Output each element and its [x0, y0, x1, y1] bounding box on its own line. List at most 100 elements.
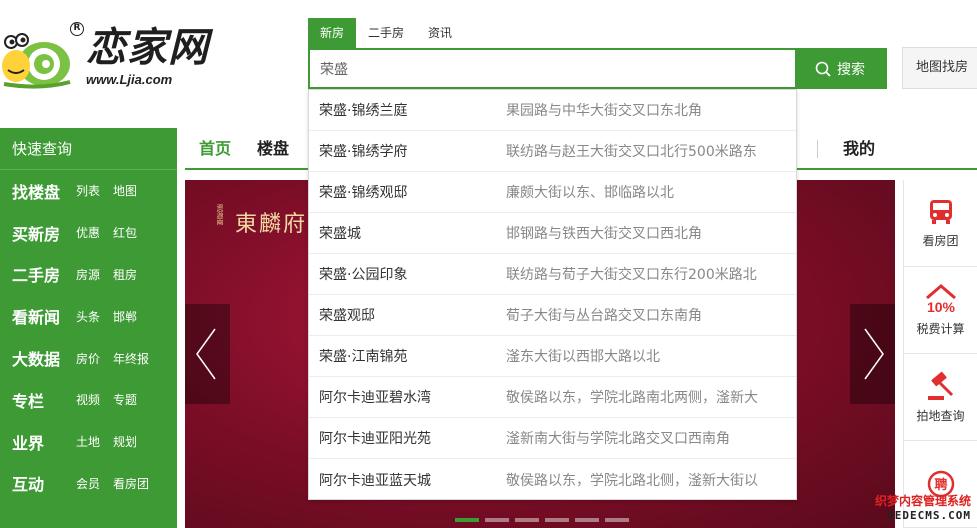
- sidebar-item-find-project[interactable]: 找楼盘: [12, 179, 76, 203]
- nav-mine[interactable]: 我的: [843, 128, 875, 168]
- search-button[interactable]: 搜索: [795, 50, 885, 87]
- sidebar-item-interact[interactable]: 互动: [12, 471, 76, 495]
- chevron-left-icon: [196, 328, 216, 380]
- brand-url: www.Ljia.com: [86, 72, 173, 87]
- sidebar-link[interactable]: 红包: [113, 224, 137, 241]
- search-icon: [815, 61, 831, 77]
- suggestion-address: 联纺路与荀子大街交叉口东行200米路北: [506, 267, 757, 283]
- sidebar-item-industry[interactable]: 业界: [12, 430, 76, 454]
- tab-new-house[interactable]: 新房: [308, 18, 357, 48]
- sidebar-link[interactable]: 邯郸: [113, 308, 137, 325]
- sidebar-row: 看新闻 头条 邯郸: [0, 295, 177, 337]
- sidebar-item-big-data[interactable]: 大数据: [12, 346, 76, 370]
- quick-search-sidebar: 快速查询 找楼盘 列表 地图 买新房 优惠 红包 二手房 房源 租房 看新闻 头…: [0, 128, 177, 528]
- suggestion-item[interactable]: 荣盛城 邯钢路与铁西大街交叉口西北角: [309, 213, 796, 254]
- sidebar-link[interactable]: 优惠: [76, 224, 100, 241]
- suggestion-item[interactable]: 荣盛·江南锦苑 滏东大街以西邯大路以北: [309, 336, 796, 377]
- site-logo[interactable]: R 恋家网 www.Ljia.com: [0, 20, 215, 90]
- sidebar-link[interactable]: 房价: [76, 350, 100, 367]
- sidebar-row: 买新房 优惠 红包: [0, 212, 177, 254]
- search-input[interactable]: [310, 50, 795, 87]
- banner-title: 東麟府: [235, 212, 308, 237]
- banner-dot[interactable]: [485, 518, 509, 522]
- suggestion-address: 滏新南大街与学院北路交叉口西南角: [506, 431, 730, 447]
- sidebar-item-second-hand[interactable]: 二手房: [12, 262, 76, 286]
- sidebar-link[interactable]: 规划: [113, 433, 137, 450]
- suggestion-name: 荣盛城: [319, 226, 361, 242]
- tab-news[interactable]: 资讯: [416, 18, 464, 48]
- suggestion-name: 荣盛·公园印象: [319, 267, 408, 283]
- tool-label: 税费计算: [916, 321, 965, 336]
- suggestion-address: 果园路与中华大街交叉口东北角: [506, 103, 702, 119]
- suggestion-item[interactable]: 荣盛·锦绣兰庭 果园路与中华大街交叉口东北角: [309, 90, 796, 131]
- registered-mark: R: [70, 22, 84, 36]
- suggestion-item[interactable]: 阿尔卡迪亚阳光苑 滏新南大街与学院北路交叉口西南角: [309, 418, 796, 459]
- sidebar-link[interactable]: 头条: [76, 308, 100, 325]
- tool-tax-calc[interactable]: 10% 税费计算: [904, 267, 977, 354]
- sidebar-link[interactable]: 土地: [76, 433, 100, 450]
- sidebar-item-news[interactable]: 看新闻: [12, 304, 76, 328]
- tool-land-auction[interactable]: 拍地查询: [904, 354, 977, 441]
- suggestion-item[interactable]: 阿尔卡迪亚蓝天城 敬侯路以东，学院北路北侧，滏新大街以: [309, 459, 796, 500]
- sidebar-row: 业界 土地 规划: [0, 421, 177, 463]
- map-search-button[interactable]: 地图找房: [902, 47, 977, 89]
- suggestion-address: 联纺路与赵王大街交叉口北行500米路东: [506, 144, 757, 160]
- percent-house-icon: 10%: [925, 283, 956, 314]
- sidebar-row: 找楼盘 列表 地图: [0, 170, 177, 212]
- sidebar-header: 快速查询: [0, 128, 177, 170]
- svg-text:聘: 聘: [934, 477, 947, 493]
- suggestion-address: 廉颇大街以东、邯临路以北: [506, 185, 674, 201]
- banner-dot[interactable]: [455, 518, 479, 522]
- sidebar-link[interactable]: 房源: [76, 266, 100, 283]
- banner-dot[interactable]: [515, 518, 539, 522]
- banner-dot[interactable]: [605, 518, 629, 522]
- banner-dot[interactable]: [575, 518, 599, 522]
- banner-prev-button[interactable]: [185, 304, 230, 404]
- sidebar-row: 二手房 房源 租房: [0, 254, 177, 296]
- sidebar-row: 专栏 视频 专题: [0, 379, 177, 421]
- tool-house-tour[interactable]: 看房团: [904, 180, 977, 267]
- sidebar-link[interactable]: 专题: [113, 391, 137, 408]
- suggestion-address: 滏东大街以西邯大路以北: [506, 349, 660, 365]
- suggestion-name: 阿尔卡迪亚阳光苑: [319, 431, 431, 447]
- search-tabs: 新房 二手房 资讯: [308, 18, 464, 48]
- suggestion-item[interactable]: 荣盛·锦绣观邸 廉颇大街以东、邯临路以北: [309, 172, 796, 213]
- suggestion-item[interactable]: 阿尔卡迪亚碧水湾 敬侯路以东，学院北路南北两侧，滏新大: [309, 377, 796, 418]
- banner-small-text: 资源兩: [216, 204, 224, 225]
- banner-dot[interactable]: [545, 518, 569, 522]
- sidebar-link[interactable]: 地图: [113, 182, 137, 199]
- suggestion-address: 敬侯路以东，学院北路北侧，滏新大街以: [506, 472, 758, 489]
- suggestion-item[interactable]: 荣盛观邸 荀子大街与丛台路交叉口东南角: [309, 295, 796, 336]
- snail-mascot-icon: [2, 33, 71, 89]
- nav-projects[interactable]: 楼盘: [257, 128, 289, 168]
- sidebar-link[interactable]: 租房: [113, 266, 137, 283]
- suggestion-name: 荣盛观邸: [319, 308, 375, 324]
- tab-second-hand[interactable]: 二手房: [356, 18, 416, 48]
- sidebar-link[interactable]: 会员: [76, 475, 100, 492]
- nav-home[interactable]: 首页: [199, 128, 231, 168]
- auction-hammer-icon: [927, 371, 953, 400]
- bus-icon: [929, 199, 952, 224]
- watermark: 织梦内容管理系统 DEDECMS.COM: [875, 492, 971, 522]
- watermark-line2: DEDECMS.COM: [887, 509, 971, 522]
- suggestion-item[interactable]: 荣盛·公园印象 联纺路与荀子大街交叉口东行200米路北: [309, 254, 796, 295]
- tool-label: 拍地查询: [916, 408, 965, 423]
- banner-pagination: [455, 518, 629, 522]
- suggestion-name: 荣盛·江南锦苑: [319, 349, 408, 365]
- suggestion-address: 敬侯路以东，学院北路南北两侧，滏新大: [506, 390, 758, 406]
- suggestion-item[interactable]: 荣盛·锦绣学府 联纺路与赵王大街交叉口北行500米路东: [309, 131, 796, 172]
- banner-next-button[interactable]: [850, 304, 895, 404]
- brand-name: 恋家网: [86, 24, 209, 71]
- sidebar-link[interactable]: 年终报: [113, 350, 149, 367]
- sidebar-link[interactable]: 列表: [76, 182, 100, 199]
- search-suggestions: 荣盛·锦绣兰庭 果园路与中华大街交叉口东北角 荣盛·锦绣学府 联纺路与赵王大街交叉口…: [308, 89, 797, 500]
- sidebar-item-column[interactable]: 专栏: [12, 388, 76, 412]
- suggestion-address: 荀子大街与丛台路交叉口东南角: [506, 308, 702, 324]
- sidebar-row: 互动 会员 看房团: [0, 463, 177, 505]
- tools-panel: 看房团 10% 税费计算 拍地查询 聘: [903, 180, 977, 528]
- sidebar-item-buy-new[interactable]: 买新房: [12, 221, 76, 245]
- tool-label: 看房团: [922, 233, 959, 248]
- sidebar-link[interactable]: 视频: [76, 391, 100, 408]
- suggestion-name: 荣盛·锦绣兰庭: [319, 103, 408, 119]
- sidebar-link[interactable]: 看房团: [113, 475, 149, 492]
